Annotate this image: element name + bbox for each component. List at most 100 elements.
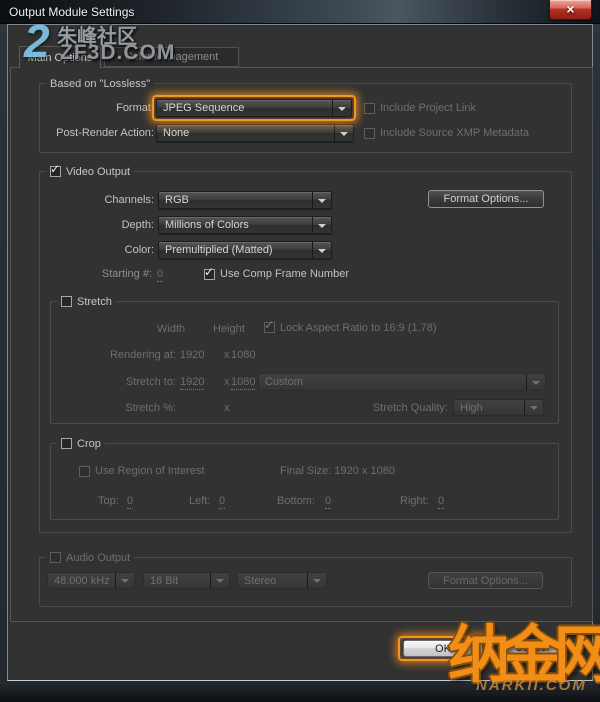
close-button[interactable]: × <box>549 0 592 20</box>
use-roi-checkbox <box>79 466 90 477</box>
use-comp-frame-label: Use Comp Frame Number <box>220 268 349 281</box>
video-output-checkbox[interactable] <box>50 166 61 177</box>
dialog-body: Main Options Color Management Based on "… <box>7 24 593 681</box>
crop-bottom-value: 0 <box>325 495 331 509</box>
audio-output-label: Audio Output <box>66 552 130 564</box>
tab-color-management[interactable]: Color Management <box>104 47 239 67</box>
include-project-link-checkbox <box>364 103 375 114</box>
stretch-group: Stretch Width Height Lock Aspect Ratio t… <box>50 301 559 424</box>
crop-label: Crop <box>77 438 101 450</box>
color-label: Color: <box>40 244 154 257</box>
channels-arrow-icon <box>312 192 331 208</box>
format-dropdown-arrow-icon <box>332 100 351 116</box>
format-options-button[interactable]: Format Options... <box>428 190 544 208</box>
output-module-settings-window: Output Module Settings × Main Options Co… <box>0 0 600 702</box>
video-output-group: Video Output Channels: RGB Format Option… <box>39 171 572 533</box>
depth-dropdown[interactable]: Millions of Colors <box>158 216 332 234</box>
depth-value: Millions of Colors <box>159 217 312 233</box>
rendering-at-label: Rendering at: <box>51 349 176 362</box>
audio-bit-arrow-icon <box>210 573 229 588</box>
based-on-lossless-group: Based on "Lossless" Format: JPEG Sequenc… <box>39 83 572 153</box>
crop-group: Crop Use Region of Interest Final Size: … <box>50 443 559 520</box>
height-header: Height <box>213 323 245 336</box>
lock-aspect-checkbox <box>264 322 275 333</box>
ok-button[interactable]: OK <box>403 640 483 657</box>
audio-channels-value: Stereo <box>238 573 307 588</box>
channels-label: Channels: <box>40 194 154 207</box>
stretch-to-height-value: 1080 <box>231 376 255 390</box>
audio-rate-arrow-icon <box>115 573 134 588</box>
stretch-label: Stretch <box>77 296 112 308</box>
include-xmp-label: Include Source XMP Metadata <box>380 127 529 140</box>
ok-button-highlight: OK <box>398 636 488 661</box>
close-icon: × <box>566 2 574 16</box>
video-output-legend: Video Output <box>46 165 134 178</box>
cancel-button[interactable]: Cancel <box>500 639 564 656</box>
depth-arrow-icon <box>312 217 331 233</box>
depth-label: Depth: <box>40 219 154 232</box>
starting-number-value: 0 <box>157 268 163 282</box>
stretch-to-x-separator: x <box>224 376 230 389</box>
stretch-percent-x-separator: x <box>224 402 230 415</box>
crop-checkbox[interactable] <box>61 438 72 449</box>
audio-output-group: Audio Output 48.000 kHz 16 Bit Stereo Fo… <box>39 557 572 607</box>
post-render-action-value: None <box>157 125 334 141</box>
stretch-to-width-value: 1920 <box>180 376 204 390</box>
use-roi-label: Use Region of Interest <box>95 465 204 478</box>
audio-channels-dropdown: Stereo <box>237 572 327 589</box>
rendering-width-value: 1920 <box>180 349 204 362</box>
include-project-link-label: Include Project Link <box>380 102 476 115</box>
audio-bit-value: 16 Bit <box>144 573 210 588</box>
stretch-checkbox[interactable] <box>61 296 72 307</box>
window-frame-bottom <box>0 682 600 702</box>
stretch-quality-dropdown: High <box>453 399 544 416</box>
crop-right-label: Right: <box>400 495 429 508</box>
stretch-quality-arrow-icon <box>524 400 543 415</box>
stretch-preset-value: Custom <box>259 374 526 390</box>
post-render-action-dropdown[interactable]: None <box>156 124 354 142</box>
format-dropdown-highlight: JPEG Sequence <box>152 95 356 121</box>
crop-bottom-label: Bottom: <box>277 495 315 508</box>
format-dropdown[interactable]: JPEG Sequence <box>156 99 352 117</box>
crop-legend: Crop <box>57 437 105 450</box>
channels-value: RGB <box>159 192 312 208</box>
crop-top-value: 0 <box>127 495 133 509</box>
crop-top-label: Top: <box>98 495 119 508</box>
color-value: Premultiplied (Matted) <box>159 242 312 258</box>
window-title: Output Module Settings <box>9 5 134 19</box>
post-render-arrow-icon <box>334 125 353 141</box>
color-dropdown[interactable]: Premultiplied (Matted) <box>158 241 332 259</box>
channels-dropdown[interactable]: RGB <box>158 191 332 209</box>
stretch-preset-dropdown: Custom <box>258 373 546 391</box>
starting-number-label: Starting #: <box>40 268 152 281</box>
color-arrow-icon <box>312 242 331 258</box>
rendering-height-value: 1080 <box>231 349 255 362</box>
title-bar[interactable]: Output Module Settings <box>0 0 600 24</box>
width-header: Width <box>157 323 185 336</box>
rendering-x-separator: x <box>224 349 230 362</box>
lock-aspect-label: Lock Aspect Ratio to 16:9 (1.78) <box>280 322 437 335</box>
stretch-quality-value: High <box>454 400 524 415</box>
format-dropdown-value: JPEG Sequence <box>157 100 332 116</box>
crop-left-label: Left: <box>189 495 210 508</box>
use-comp-frame-checkbox[interactable] <box>204 269 215 280</box>
final-size-label: Final Size: 1920 x 1080 <box>280 465 395 478</box>
video-output-label: Video Output <box>66 166 130 178</box>
crop-left-value: 0 <box>219 495 225 509</box>
audio-channels-arrow-icon <box>307 573 326 588</box>
post-render-action-label: Post-Render Action: <box>40 127 154 140</box>
stretch-preset-arrow-icon <box>526 374 545 390</box>
audio-rate-value: 48.000 kHz <box>48 573 115 588</box>
audio-bit-dropdown: 16 Bit <box>143 572 230 589</box>
based-on-lossless-legend: Based on "Lossless" <box>46 77 154 90</box>
audio-output-legend: Audio Output <box>46 551 134 564</box>
audio-output-checkbox <box>50 552 61 563</box>
audio-format-options-button: Format Options... <box>428 572 543 589</box>
stretch-percent-label: Stretch %: <box>51 402 176 415</box>
format-label: Format: <box>40 102 154 115</box>
crop-right-value: 0 <box>438 495 444 509</box>
include-xmp-checkbox <box>364 128 375 139</box>
tab-main-options[interactable]: Main Options <box>19 46 101 68</box>
stretch-legend: Stretch <box>57 295 116 308</box>
stretch-to-label: Stretch to: <box>51 376 176 389</box>
